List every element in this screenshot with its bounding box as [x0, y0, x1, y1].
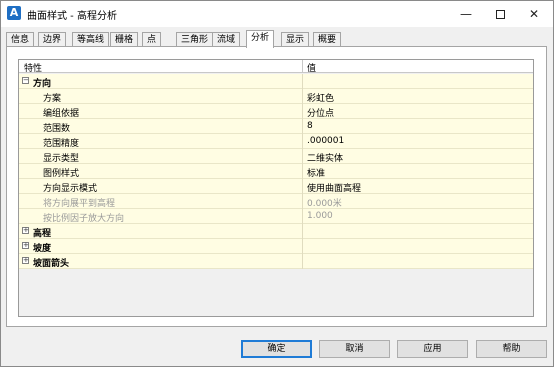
title-bar[interactable]: A 曲面样式 - 高程分析 — ✕ [1, 1, 553, 27]
property-value: 0.000米 [307, 199, 342, 209]
group-row-elevation[interactable]: + 高程 [19, 224, 533, 239]
apply-button[interactable]: 应用 [397, 340, 468, 358]
close-button[interactable]: ✕ [517, 1, 551, 27]
property-value[interactable]: 使用曲面高程 [307, 181, 361, 194]
property-name: 显示类型 [43, 154, 80, 164]
property-name: 范围数 [43, 124, 71, 134]
expand-icon[interactable]: + [22, 242, 29, 249]
group-row-slope-arrows[interactable]: + 坡面箭头 [19, 254, 533, 269]
property-row[interactable]: 范围精度 .000001 [19, 134, 533, 149]
column-header-value[interactable]: 值 [307, 61, 316, 74]
property-value[interactable]: 分位点 [307, 106, 334, 119]
property-row-disabled: 将方向展平到高程 0.000米 [19, 194, 533, 209]
group-label: 坡度 [33, 244, 52, 254]
tab-analysis[interactable]: 分析 [246, 30, 275, 48]
property-name: 按比例因子放大方向 [43, 214, 125, 224]
property-name: 范围精度 [43, 139, 80, 149]
property-row-disabled: 按比例因子放大方向 1.000 [19, 209, 533, 224]
expand-icon[interactable]: + [22, 227, 29, 234]
property-value: 1.000 [307, 211, 333, 221]
property-row[interactable]: 范围数 8 [19, 119, 533, 134]
property-value[interactable]: .000001 [307, 136, 344, 146]
grid-header: 特性 值 [19, 60, 533, 74]
maximize-icon [495, 10, 505, 19]
dialog-window: A 曲面样式 - 高程分析 — ✕ 信息 边界 等高线 栅格 点 三角形 流域 … [0, 0, 554, 367]
window-title: 曲面样式 - 高程分析 [27, 11, 117, 22]
property-name: 方向显示模式 [43, 184, 98, 194]
help-button[interactable]: 帮助 [476, 340, 547, 358]
tab-points[interactable]: 点 [142, 32, 162, 47]
property-row[interactable]: 方向显示模式 使用曲面高程 [19, 179, 533, 194]
tab-watersheds[interactable]: 流域 [212, 32, 241, 47]
group-row-direction[interactable]: − 方向 [19, 74, 533, 89]
property-name: 编组依据 [43, 109, 80, 119]
property-row[interactable]: 图例样式 标准 [19, 164, 533, 179]
property-name: 将方向展平到高程 [43, 199, 116, 209]
property-value[interactable]: 标准 [307, 166, 325, 179]
app-logo-icon: A [7, 6, 21, 20]
ok-button[interactable]: 确定 [241, 340, 312, 358]
property-grid: 特性 值 − 方向 方案 彩虹色 编组依据 分位点 范围数 8 范围精度 .00… [18, 59, 534, 317]
property-row[interactable]: 显示类型 二维实体 [19, 149, 533, 164]
property-row[interactable]: 编组依据 分位点 [19, 104, 533, 119]
property-value[interactable]: 彩虹色 [307, 91, 334, 104]
property-value[interactable]: 8 [307, 121, 313, 131]
tab-triangles[interactable]: 三角形 [176, 32, 214, 47]
tab-info[interactable]: 信息 [6, 32, 35, 47]
property-row[interactable]: 方案 彩虹色 [19, 89, 533, 104]
tab-grid[interactable]: 栅格 [110, 32, 139, 47]
group-label: 高程 [33, 229, 52, 239]
collapse-icon[interactable]: − [22, 77, 29, 84]
property-name: 图例样式 [43, 169, 80, 179]
cancel-button[interactable]: 取消 [319, 340, 390, 358]
column-divider[interactable] [302, 60, 303, 73]
property-value[interactable]: 二维实体 [307, 151, 343, 164]
property-name: 方案 [43, 94, 62, 104]
tab-contours[interactable]: 等高线 [72, 32, 110, 47]
maximize-button[interactable] [483, 1, 517, 27]
tab-summary[interactable]: 概要 [313, 32, 342, 47]
column-header-property[interactable]: 特性 [24, 61, 42, 74]
minimize-button[interactable]: — [449, 1, 483, 27]
expand-icon[interactable]: + [22, 257, 29, 264]
group-row-slope[interactable]: + 坡度 [19, 239, 533, 254]
tab-display[interactable]: 显示 [281, 32, 310, 47]
group-label: 坡面箭头 [33, 259, 70, 269]
tab-panel: 特性 值 − 方向 方案 彩虹色 编组依据 分位点 范围数 8 范围精度 .00… [6, 46, 547, 327]
tab-boundary[interactable]: 边界 [38, 32, 67, 47]
group-label: 方向 [33, 79, 52, 89]
